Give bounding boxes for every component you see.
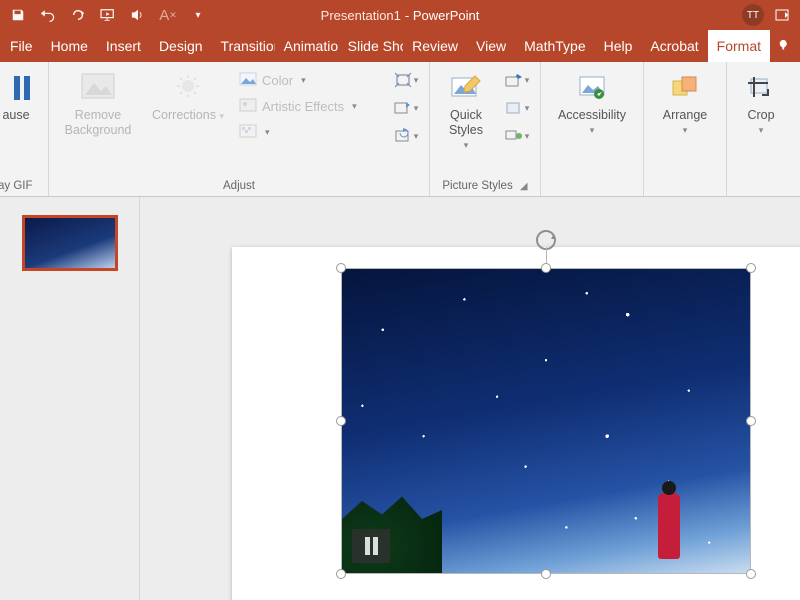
picture-styles-mini: ▾ ▾ ▾: [500, 66, 534, 148]
arrange-button[interactable]: Arrange ▾: [650, 66, 720, 136]
change-picture-button[interactable]: ▾: [389, 96, 423, 120]
crop-button[interactable]: Crop ▾: [733, 66, 789, 136]
resize-handle-w[interactable]: [336, 416, 346, 426]
resize-handle-sw[interactable]: [336, 569, 346, 579]
transparency-icon: [239, 123, 257, 141]
color-icon: [239, 71, 257, 89]
ribbon: ause ay GIF Remove Background Correction…: [0, 62, 800, 197]
tab-transitions[interactable]: Transitions: [212, 30, 275, 62]
tab-format[interactable]: Format: [708, 30, 770, 62]
gif-pause-overlay[interactable]: [352, 529, 390, 563]
resize-handle-ne[interactable]: [746, 263, 756, 273]
resize-handle-n[interactable]: [541, 263, 551, 273]
window-title: Presentation1 - PowerPoint: [321, 8, 480, 23]
pause-icon: [4, 70, 40, 106]
resize-handle-e[interactable]: [746, 416, 756, 426]
transparency-button: ▾: [235, 120, 385, 144]
ribbon-display-icon[interactable]: [774, 7, 790, 23]
dialog-launcher-icon[interactable]: ◢: [520, 181, 528, 192]
pause-button[interactable]: ause: [2, 66, 42, 123]
compress-pictures-button[interactable]: ▾: [389, 68, 423, 92]
tab-animations[interactable]: Animations: [275, 30, 339, 62]
slideshow-icon[interactable]: [100, 7, 116, 23]
picture-layout-button[interactable]: ▾: [500, 124, 534, 148]
accessibility-icon: [574, 70, 610, 106]
work-area: [0, 197, 800, 600]
app-name: - PowerPoint: [405, 8, 479, 23]
group-adjust: Remove Background Corrections ▾ Color▾: [49, 62, 430, 196]
quick-styles-button[interactable]: Quick Styles ▾: [436, 66, 496, 151]
tab-acrobat[interactable]: Acrobat: [641, 30, 707, 62]
group-play-gif: ause ay GIF: [0, 62, 49, 196]
accessibility-button[interactable]: Accessibility ▾: [547, 66, 637, 136]
figure-graphic: [658, 493, 680, 559]
tab-design[interactable]: Design: [150, 30, 212, 62]
slide-thumbnail-pane[interactable]: [0, 197, 140, 600]
qat-more-icon[interactable]: ▾: [190, 7, 206, 23]
resize-handle-se[interactable]: [746, 569, 756, 579]
document-name: Presentation1: [321, 8, 401, 23]
ribbon-tabs: File Home Insert Design Transitions Anim…: [0, 30, 800, 62]
tab-review[interactable]: Review: [403, 30, 467, 62]
tab-help[interactable]: Help: [595, 30, 642, 62]
redo-icon[interactable]: [70, 7, 86, 23]
tab-slideshow[interactable]: Slide Show: [339, 30, 404, 62]
group-accessibility: Accessibility ▾: [541, 62, 644, 196]
adjust-mini-stack: ▾ ▾ ▾: [389, 66, 423, 148]
slide-canvas[interactable]: [140, 197, 800, 600]
tab-home[interactable]: Home: [42, 30, 97, 62]
tell-me-icon[interactable]: [770, 30, 800, 62]
slide-thumbnail-1[interactable]: [22, 215, 118, 271]
resize-handle-nw[interactable]: [336, 263, 346, 273]
crop-icon: [743, 70, 779, 106]
picture-effects-button[interactable]: ▾: [500, 96, 534, 120]
reset-picture-button[interactable]: ▾: [389, 124, 423, 148]
tab-file[interactable]: File: [0, 30, 42, 62]
resize-handle-s[interactable]: [541, 569, 551, 579]
artistic-effects-button: Artistic Effects▾: [235, 94, 385, 118]
tab-mathtype[interactable]: MathType: [515, 30, 594, 62]
font-clear-icon[interactable]: A✕: [160, 7, 176, 23]
arrange-icon: [667, 70, 703, 106]
adjust-small-stack: Color▾ Artistic Effects▾ ▾: [235, 66, 385, 144]
remove-background-icon: [80, 70, 116, 106]
rotate-connector: [546, 247, 547, 263]
save-icon[interactable]: [10, 7, 26, 23]
tab-view[interactable]: View: [467, 30, 515, 62]
group-size: Crop ▾: [727, 62, 795, 196]
group-arrange: Arrange ▾: [644, 62, 727, 196]
corrections-icon: [170, 70, 206, 106]
picture-border-button[interactable]: ▾: [500, 68, 534, 92]
artistic-effects-icon: [239, 97, 257, 115]
selected-picture[interactable]: [342, 269, 750, 573]
undo-icon[interactable]: [40, 7, 56, 23]
tab-insert[interactable]: Insert: [97, 30, 150, 62]
volume-icon[interactable]: [130, 7, 146, 23]
corrections-button: Corrections ▾: [145, 66, 231, 123]
picture-content: [342, 269, 750, 573]
quick-access-toolbar: A✕ ▾: [0, 7, 206, 23]
color-button: Color▾: [235, 68, 385, 92]
quick-styles-icon: [448, 70, 484, 106]
titlebar-right: TT: [742, 4, 790, 26]
group-picture-styles: Quick Styles ▾ ▾ ▾ ▾ Picture Styles ◢: [430, 62, 541, 196]
remove-background-button: Remove Background: [55, 66, 141, 138]
titlebar: A✕ ▾ Presentation1 - PowerPoint TT: [0, 0, 800, 30]
user-avatar[interactable]: TT: [742, 4, 764, 26]
